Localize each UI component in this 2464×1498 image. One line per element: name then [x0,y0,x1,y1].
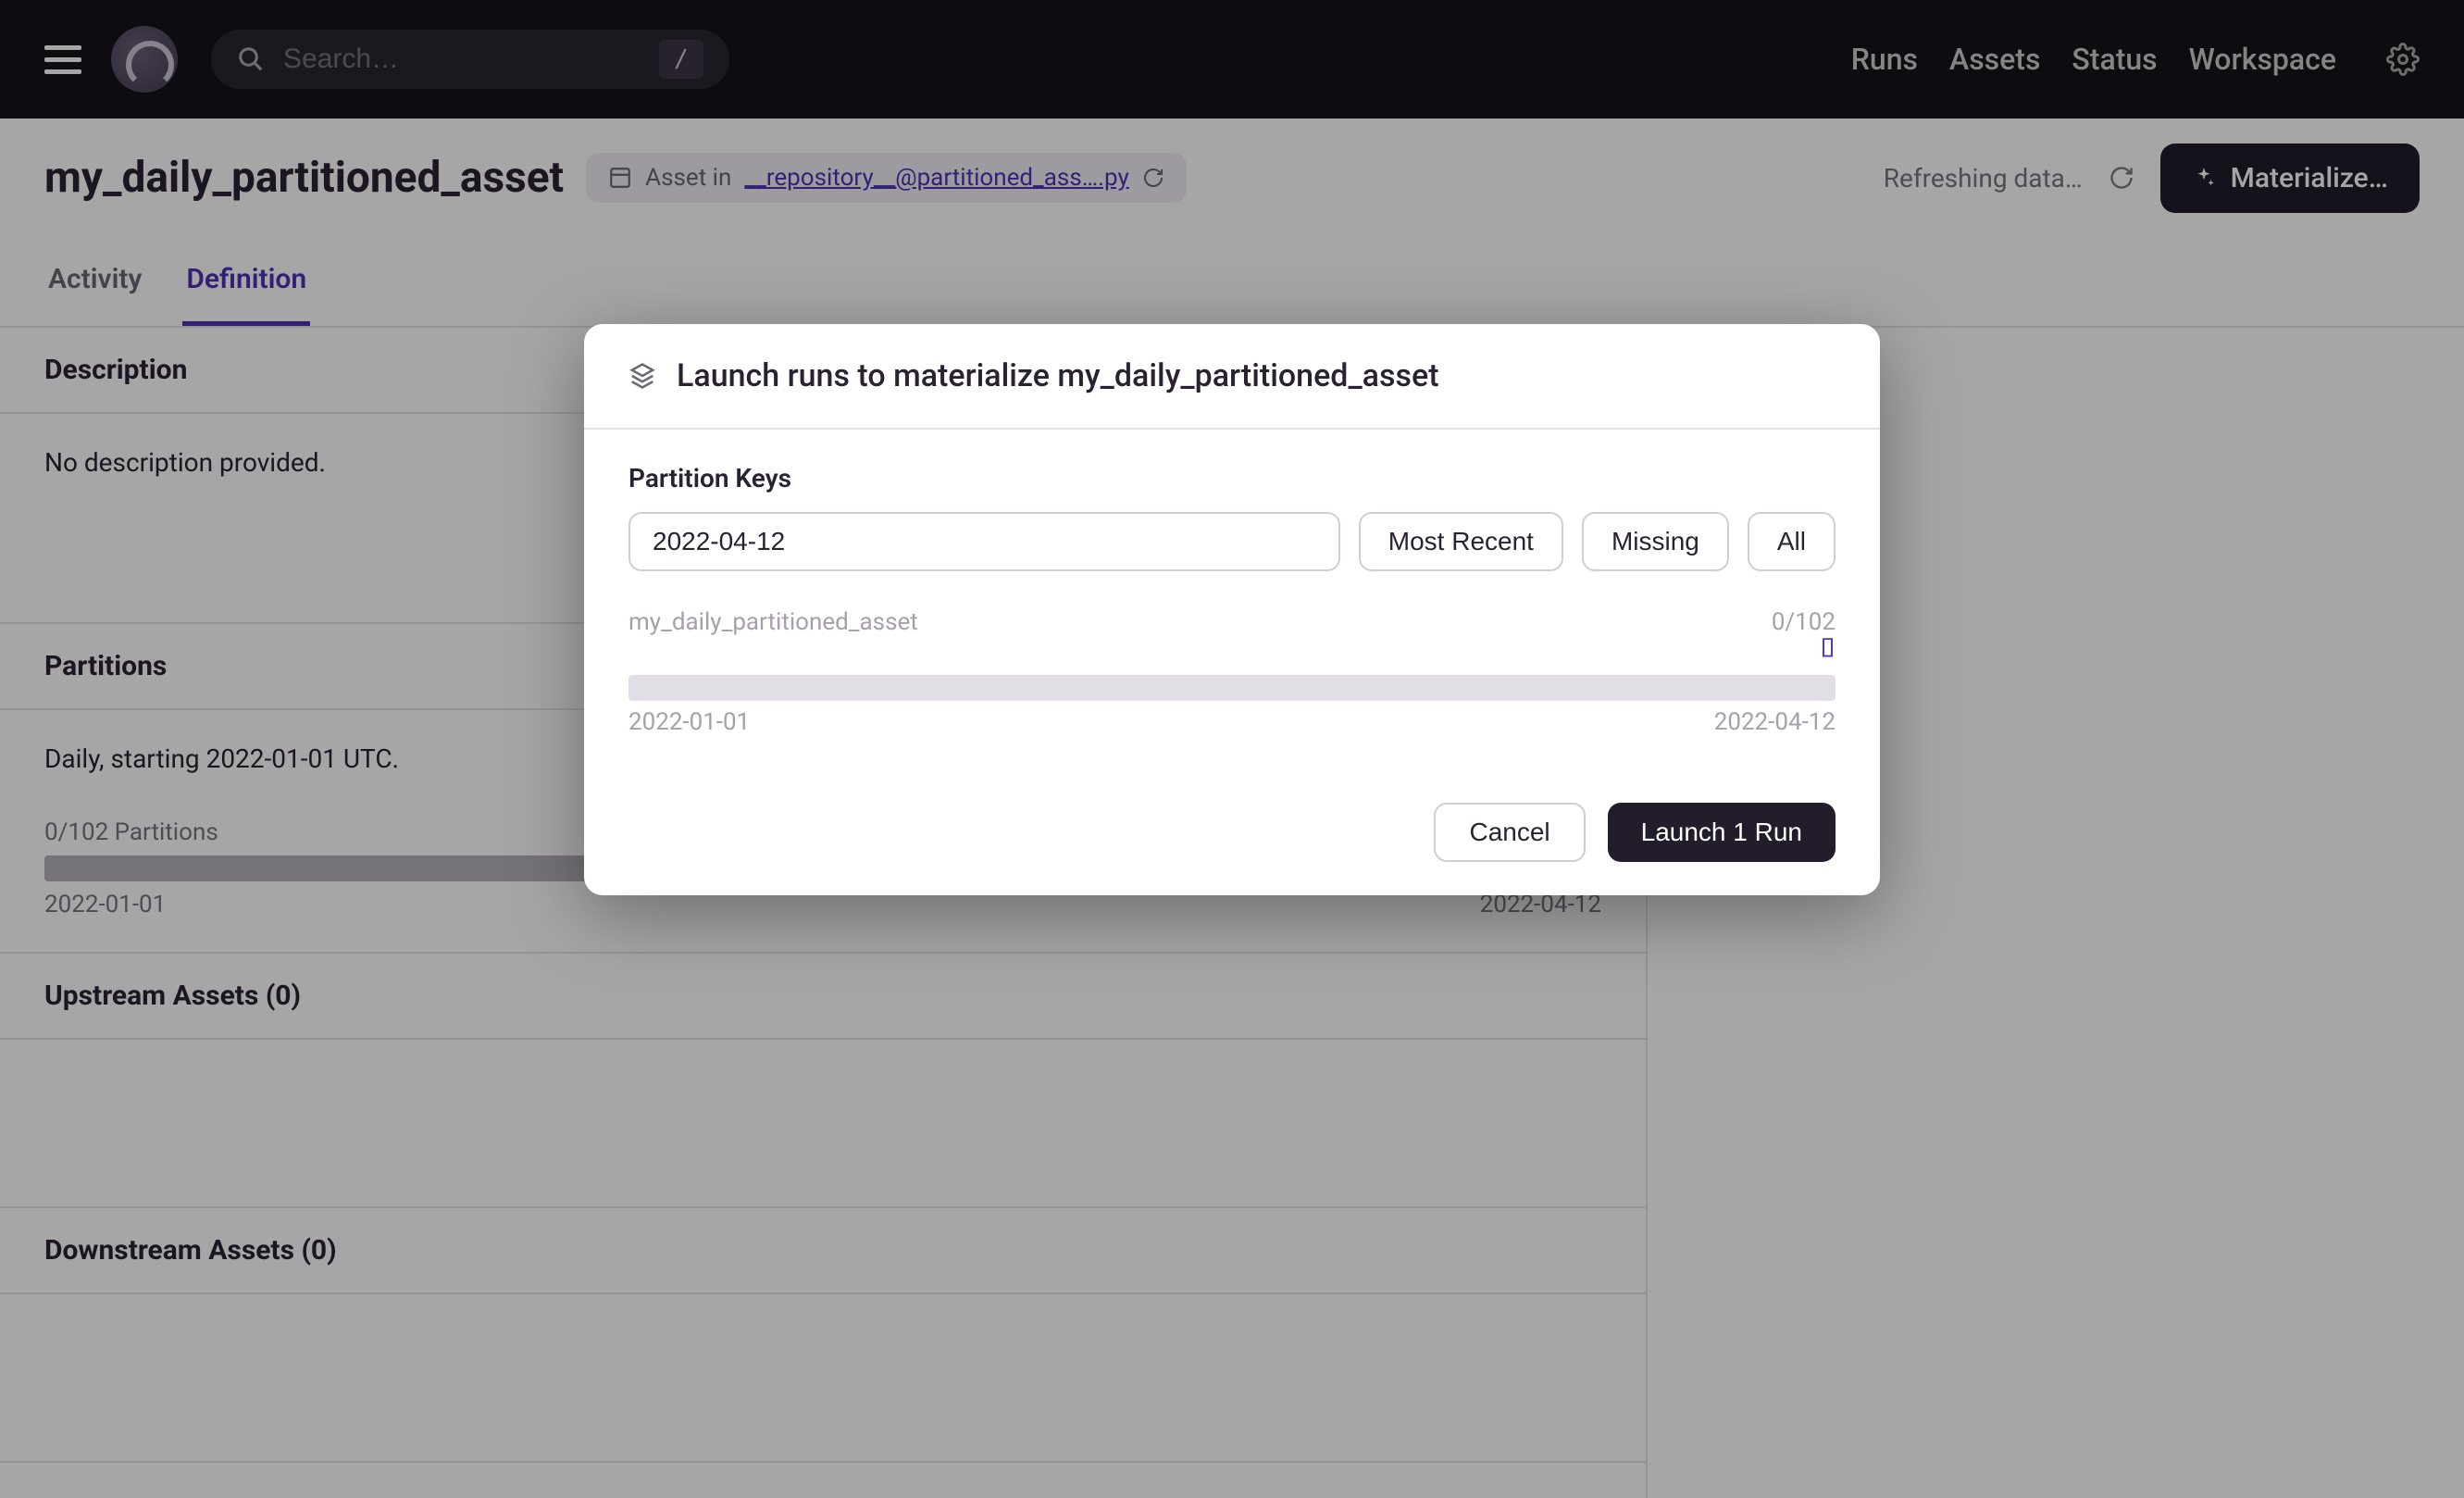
modal-range-start: 2022-01-01 [628,708,750,736]
cancel-button[interactable]: Cancel [1434,803,1585,862]
modal-range: 2022-01-01 2022-04-12 [628,708,1836,736]
modal-range-end: 2022-04-12 [1714,708,1836,736]
modal-partitions-bar[interactable] [628,675,1836,701]
partition-key-input[interactable] [628,512,1340,571]
modal-asset-name: my_daily_partitioned_asset [628,608,918,636]
modal-title: Launch runs to materialize my_daily_part… [677,357,1439,394]
modal-header: Launch runs to materialize my_daily_part… [584,324,1880,430]
modal-body: Partition Keys Most Recent Missing All m… [584,430,1880,769]
launch-run-button[interactable]: Launch 1 Run [1608,803,1836,862]
layers-icon [628,362,656,390]
modal-footer: Cancel Launch 1 Run [584,769,1880,895]
launch-runs-modal: Launch runs to materialize my_daily_part… [584,324,1880,895]
most-recent-button[interactable]: Most Recent [1359,512,1563,571]
modal-selector-wrap: ⌷ [628,636,1836,669]
partition-input-row: Most Recent Missing All [628,512,1836,571]
modal-asset-info-row: my_daily_partitioned_asset 0/102 [628,608,1836,636]
selection-marker-icon: ⌷ [1820,632,1836,664]
missing-button[interactable]: Missing [1582,512,1729,571]
partition-keys-label: Partition Keys [628,463,1836,493]
all-button[interactable]: All [1748,512,1836,571]
